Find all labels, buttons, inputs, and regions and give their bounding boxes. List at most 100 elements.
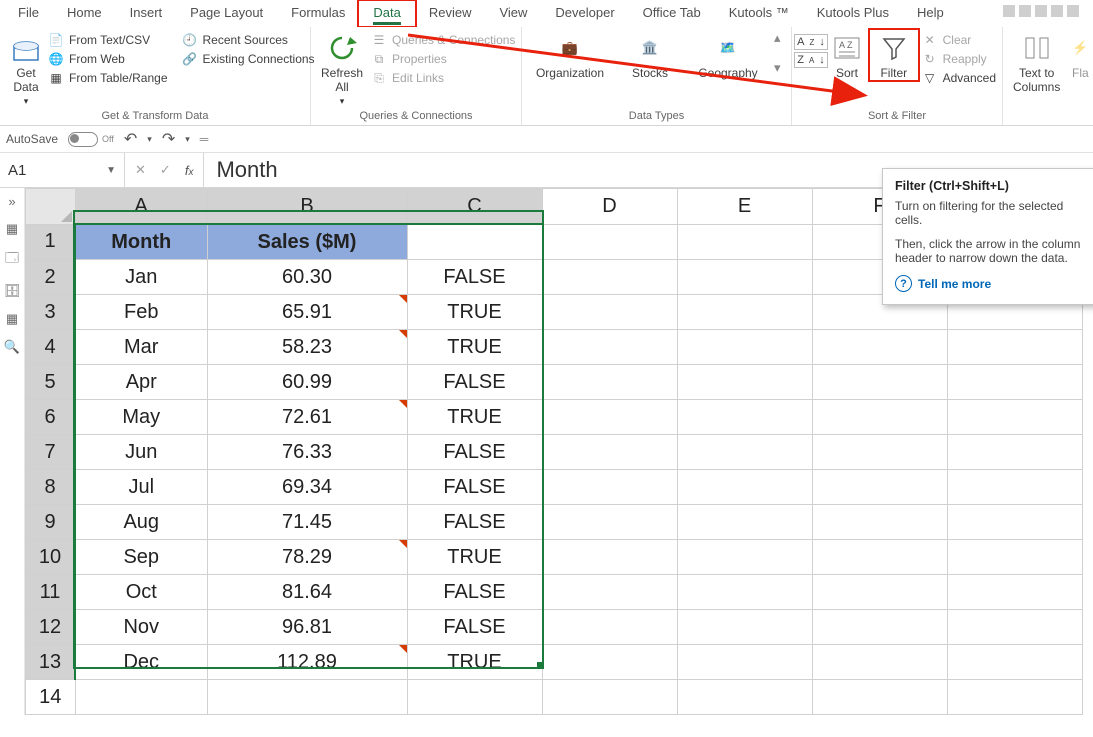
cell-C7[interactable]: FALSE — [407, 435, 542, 470]
cell-B6[interactable]: 72.61 — [207, 400, 407, 435]
sort-button[interactable]: A Z Sort — [824, 30, 870, 80]
cell-G13[interactable] — [947, 645, 1082, 680]
cell-A12[interactable]: Nov — [75, 610, 207, 645]
cell-A11[interactable]: Oct — [75, 575, 207, 610]
cell-B9[interactable]: 71.45 — [207, 505, 407, 540]
cell-E9[interactable] — [677, 505, 812, 540]
sort-asc-button[interactable]: AZ↓ — [794, 34, 828, 50]
cell-E14[interactable] — [677, 680, 812, 715]
cancel-formula-icon[interactable]: ✕ — [135, 162, 146, 178]
cell-A2[interactable]: Jan — [75, 260, 207, 295]
get-data-button[interactable]: Get Data ▾ — [6, 30, 46, 107]
cell-F12[interactable] — [812, 610, 947, 645]
advanced-filter-button[interactable]: ▽Advanced — [922, 70, 996, 86]
cell-G9[interactable] — [947, 505, 1082, 540]
cell-F4[interactable] — [812, 330, 947, 365]
cell-C13[interactable]: TRUE — [407, 645, 542, 680]
row-header-11[interactable]: 11 — [26, 575, 76, 610]
tab-office-tab[interactable]: Office Tab — [629, 1, 715, 26]
autosave-toggle[interactable] — [68, 132, 98, 147]
cell-F8[interactable] — [812, 470, 947, 505]
cell-G10[interactable] — [947, 540, 1082, 575]
row-header-3[interactable]: 3 — [26, 295, 76, 330]
cell-E2[interactable] — [677, 260, 812, 295]
expand-pane-icon[interactable]: » — [8, 194, 15, 209]
tab-review[interactable]: Review — [415, 1, 486, 26]
cell-B14[interactable] — [207, 680, 407, 715]
cell-A8[interactable]: Jul — [75, 470, 207, 505]
col-header-B[interactable]: B — [207, 189, 407, 225]
tab-kutools[interactable]: Kutools ™ — [715, 1, 803, 26]
cell-E5[interactable] — [677, 365, 812, 400]
cell-E4[interactable] — [677, 330, 812, 365]
cell-C3[interactable]: TRUE — [407, 295, 542, 330]
cell-G6[interactable] — [947, 400, 1082, 435]
tab-kutools-plus[interactable]: Kutools Plus — [803, 1, 903, 26]
col-header-D[interactable]: D — [542, 189, 677, 225]
cell-A1[interactable]: Month — [75, 224, 207, 260]
cell-B12[interactable]: 96.81 — [207, 610, 407, 645]
row-header-5[interactable]: 5 — [26, 365, 76, 400]
cell-A7[interactable]: Jun — [75, 435, 207, 470]
cell-E6[interactable] — [677, 400, 812, 435]
row-header-4[interactable]: 4 — [26, 330, 76, 365]
from-table-range-button[interactable]: ▦From Table/Range — [48, 70, 168, 86]
col-header-E[interactable]: E — [677, 189, 812, 225]
cell-D5[interactable] — [542, 365, 677, 400]
cell-D14[interactable] — [542, 680, 677, 715]
cell-E1[interactable] — [677, 224, 812, 260]
cell-A4[interactable]: Mar — [75, 330, 207, 365]
cell-E8[interactable] — [677, 470, 812, 505]
cell-C11[interactable]: FALSE — [407, 575, 542, 610]
cell-E13[interactable] — [677, 645, 812, 680]
tab-page-layout[interactable]: Page Layout — [176, 1, 277, 26]
cell-D13[interactable] — [542, 645, 677, 680]
row-header-8[interactable]: 8 — [26, 470, 76, 505]
fx-icon[interactable]: fx — [185, 163, 194, 178]
cell-D3[interactable] — [542, 295, 677, 330]
cell-D1[interactable] — [542, 224, 677, 260]
redo-dropdown[interactable]: ▾ — [185, 134, 190, 145]
undo-button[interactable]: ↶ — [124, 129, 137, 149]
existing-connections-button[interactable]: 🔗Existing Connections — [182, 51, 315, 67]
cell-B3[interactable]: 65.91 — [207, 295, 407, 330]
row-header-14[interactable]: 14 — [26, 680, 76, 715]
tab-insert[interactable]: Insert — [116, 1, 177, 26]
cell-A6[interactable]: May — [75, 400, 207, 435]
cell-C5[interactable]: FALSE — [407, 365, 542, 400]
cell-E3[interactable] — [677, 295, 812, 330]
pane-icon-1[interactable]: ▦ — [6, 221, 18, 237]
cell-D10[interactable] — [542, 540, 677, 575]
redo-button[interactable]: ↷ — [162, 129, 175, 149]
col-header-A[interactable]: A — [75, 189, 207, 225]
text-to-columns-button[interactable]: Text to Columns — [1009, 30, 1064, 94]
row-header-13[interactable]: 13 — [26, 645, 76, 680]
cell-C4[interactable]: TRUE — [407, 330, 542, 365]
cell-C14[interactable] — [407, 680, 542, 715]
tab-data[interactable]: Data — [359, 1, 414, 26]
qat-customize[interactable]: ═ — [200, 132, 209, 146]
name-box[interactable]: A1 ▼ — [0, 153, 125, 187]
row-header-1[interactable]: 1 — [26, 224, 76, 260]
cell-C10[interactable]: TRUE — [407, 540, 542, 575]
cell-C2[interactable]: FALSE — [407, 260, 542, 295]
cell-D2[interactable] — [542, 260, 677, 295]
stocks-button[interactable]: 🏛️ Stocks — [618, 30, 682, 80]
cell-F10[interactable] — [812, 540, 947, 575]
refresh-all-button[interactable]: Refresh All ▾ — [317, 30, 367, 107]
cell-F5[interactable] — [812, 365, 947, 400]
organization-button[interactable]: 💼 Organization — [528, 30, 612, 80]
cell-C6[interactable]: TRUE — [407, 400, 542, 435]
cell-G11[interactable] — [947, 575, 1082, 610]
enter-formula-icon[interactable]: ✓ — [160, 162, 171, 178]
cell-A9[interactable]: Aug — [75, 505, 207, 540]
cell-G14[interactable] — [947, 680, 1082, 715]
from-web-button[interactable]: 🌐From Web — [48, 51, 168, 67]
cell-E10[interactable] — [677, 540, 812, 575]
cell-A10[interactable]: Sep — [75, 540, 207, 575]
cell-B4[interactable]: 58.23 — [207, 330, 407, 365]
cell-D11[interactable] — [542, 575, 677, 610]
pane-icon-5[interactable]: 🔍 — [4, 339, 20, 355]
tab-help[interactable]: Help — [903, 1, 958, 26]
cell-E7[interactable] — [677, 435, 812, 470]
